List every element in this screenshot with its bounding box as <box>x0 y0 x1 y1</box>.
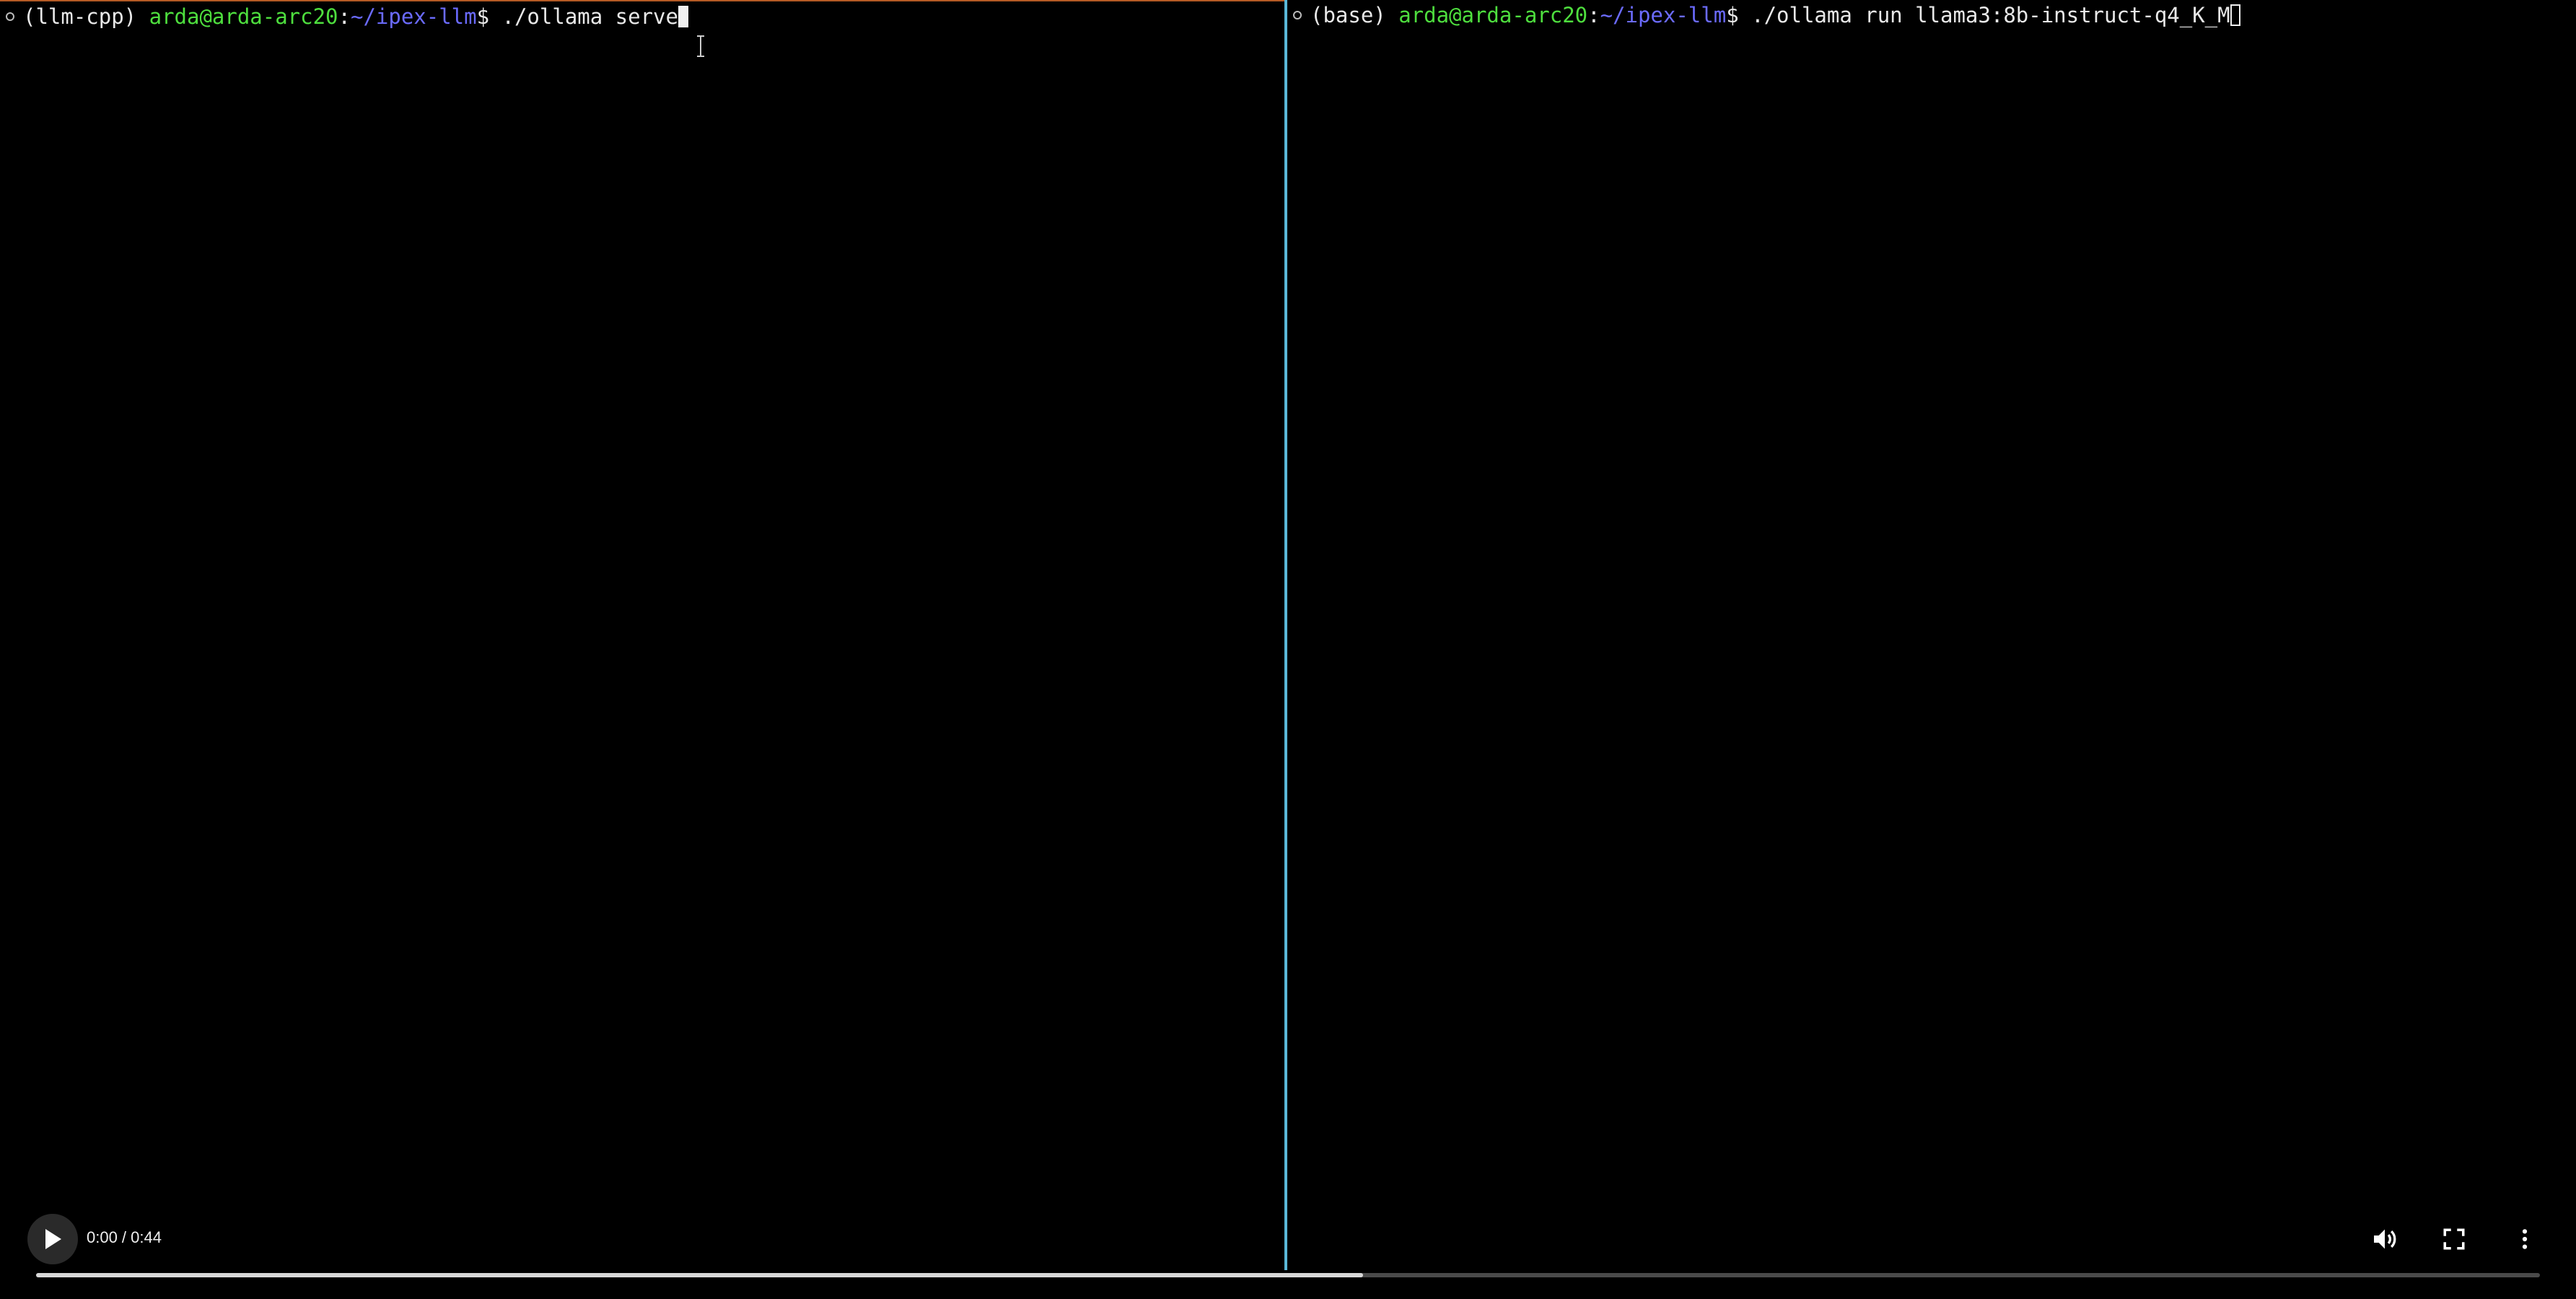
terminal-cursor <box>678 6 688 27</box>
path-separator: : <box>338 4 351 29</box>
terminal-pane-right[interactable]: (base) arda@arda-arc20 : ~/ipex-llm $ ./… <box>1287 0 2576 1270</box>
terminal-cursor <box>2230 4 2240 26</box>
working-directory-label: ~/ipex-llm <box>350 4 477 29</box>
fullscreen-button[interactable] <box>2435 1220 2474 1259</box>
screen: (llm-cpp) arda@arda-arc20 : ~/ipex-llm $… <box>0 0 2576 1299</box>
video-controls: 0:00 / 0:44 <box>0 1207 2576 1299</box>
prompt-line-right: (base) arda@arda-arc20 : ~/ipex-llm $ ./… <box>1293 3 2240 27</box>
time-display: 0:00 / 0:44 <box>87 1228 162 1246</box>
path-separator: : <box>1587 3 1600 27</box>
volume-button[interactable] <box>2365 1220 2404 1259</box>
prompt-line-left: (llm-cpp) arda@arda-arc20 : ~/ipex-llm $… <box>6 4 688 29</box>
buffered-progress <box>36 1273 1364 1277</box>
text-cursor-icon <box>697 35 704 57</box>
conda-env-label: (llm-cpp) <box>23 4 149 29</box>
prompt-symbol: $ <box>476 4 502 29</box>
more-vertical-icon <box>2522 1229 2528 1249</box>
fullscreen-icon <box>2443 1228 2465 1250</box>
status-dot-icon <box>6 12 14 21</box>
progress-bar[interactable] <box>36 1273 2540 1277</box>
status-dot-icon <box>1293 11 1302 19</box>
more-options-button[interactable] <box>2505 1220 2544 1259</box>
play-button[interactable] <box>27 1214 78 1264</box>
volume-icon <box>2374 1229 2396 1249</box>
working-directory-label: ~/ipex-llm <box>1600 3 1727 27</box>
command-text[interactable]: ./ollama run llama3:8b-instruct-q4_K_M <box>1751 3 2230 27</box>
user-host-label: arda@arda-arc20 <box>149 4 338 29</box>
user-host-label: arda@arda-arc20 <box>1398 3 1588 27</box>
terminal-pane-left[interactable]: (llm-cpp) arda@arda-arc20 : ~/ipex-llm $… <box>0 0 1284 1270</box>
conda-env-label: (base) <box>1310 3 1399 27</box>
command-text[interactable]: ./ollama serve <box>502 4 678 29</box>
play-icon <box>45 1229 61 1249</box>
prompt-symbol: $ <box>1726 3 1752 27</box>
